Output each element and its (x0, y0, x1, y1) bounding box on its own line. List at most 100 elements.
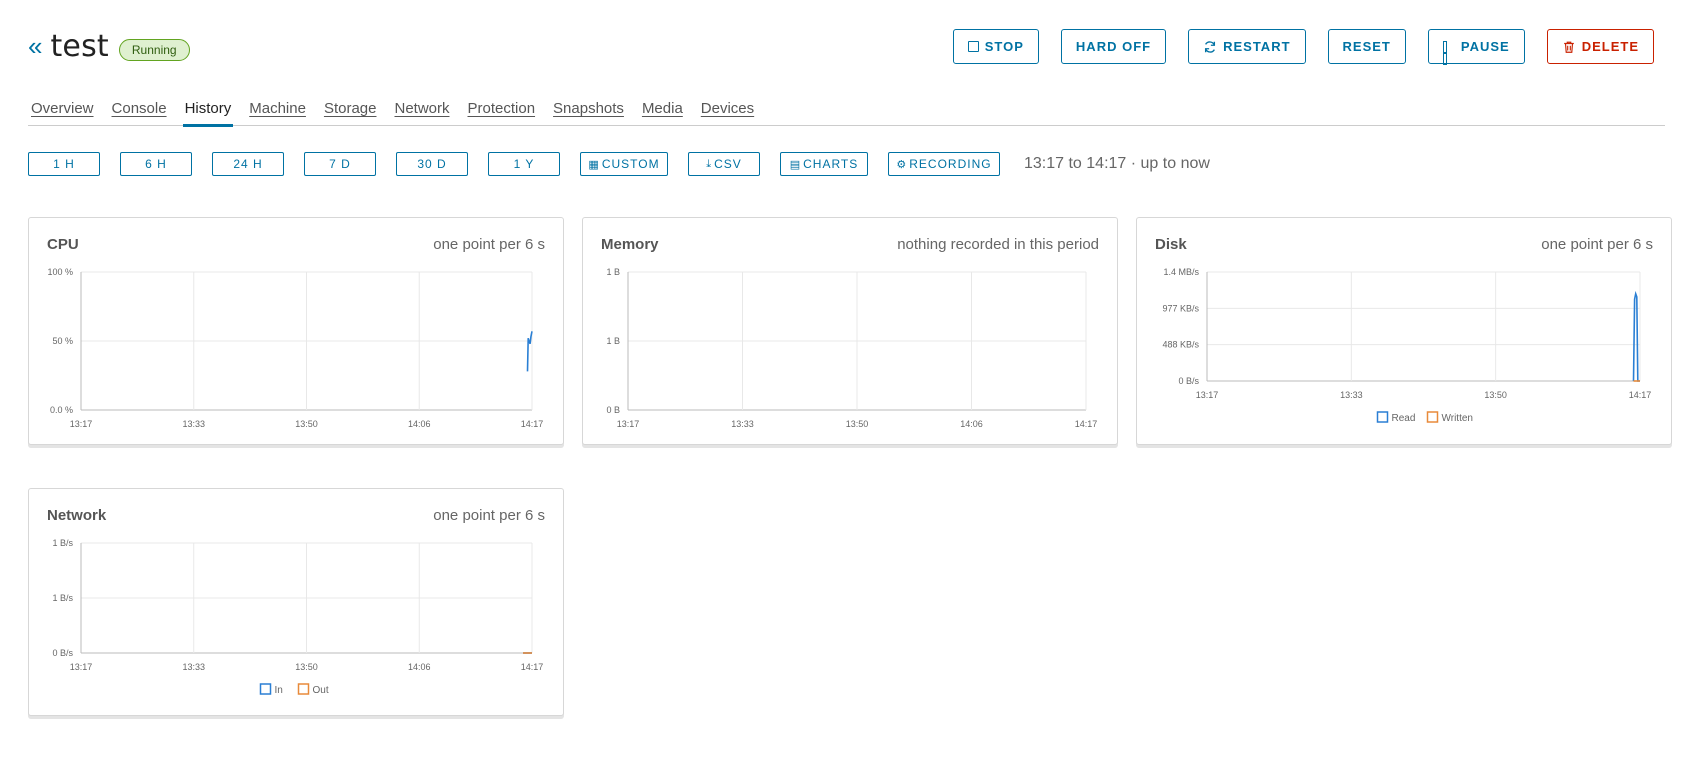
range-1y-button[interactable]: 1 Y (488, 152, 560, 176)
recording-label: RECORDING (909, 157, 992, 171)
cpu-chart: 0.0 % 50 % 100 % 13:17 13:33 13:50 14:06 14:17 (47, 267, 544, 429)
range-toolbar: 1 H 6 H 24 H 7 D 30 D 1 Y ▦ CUSTOM ⤓ CSV… (28, 152, 1210, 176)
range-1h-button[interactable]: 1 H (28, 152, 100, 176)
tab-devices[interactable]: Devices (701, 96, 754, 126)
hard-off-button[interactable]: HARD OFF (1060, 29, 1167, 64)
y-tick-label: 977 KB/s (1162, 303, 1199, 313)
x-tick-label: 13:33 (182, 419, 205, 429)
range-7d-button[interactable]: 7 D (304, 152, 376, 176)
y-tick-label: 1 B (606, 267, 620, 277)
y-tick-label: 488 KB/s (1162, 340, 1199, 350)
y-tick-label: 50 % (52, 336, 73, 346)
custom-range-label: CUSTOM (601, 157, 660, 171)
legend-swatch (259, 683, 272, 695)
trash-icon (1563, 41, 1574, 53)
y-tick-label: 1 B/s (52, 593, 73, 603)
pause-button[interactable]: PAUSE (1427, 29, 1525, 65)
tab-network[interactable]: Network (394, 96, 449, 126)
y-tick-label: 0 B (606, 405, 620, 415)
network-chart-card: Network one point per 6 s 0 B/s 1 B/s 1 B/… (28, 488, 564, 716)
x-tick-label: 13:50 (295, 419, 318, 429)
pause-button-label: PAUSE (1460, 39, 1510, 54)
tab-snapshots[interactable]: Snapshots (553, 96, 624, 126)
status-badge: Running (118, 39, 190, 61)
stop-button[interactable]: STOP (952, 29, 1039, 64)
tab-bar: Overview Console History Machine Storage… (28, 96, 1665, 127)
y-tick-label: 0 B/s (52, 648, 73, 658)
series-line (526, 331, 533, 372)
legend-label: Out (313, 685, 329, 696)
range-30d-button[interactable]: 30 D (396, 152, 468, 176)
reset-button[interactable]: RESET (1327, 29, 1406, 64)
tab-storage[interactable]: Storage (324, 96, 377, 126)
delete-button-label: DELETE (1581, 39, 1639, 54)
x-tick-label: 13:50 (1484, 390, 1507, 400)
hard-off-button-label: HARD OFF (1075, 39, 1152, 54)
x-tick-label: 13:17 (70, 419, 93, 429)
x-tick-label: 13:50 (295, 662, 318, 672)
x-tick-label: 13:17 (617, 419, 640, 429)
cpu-chart-card: CPU one point per 6 s 0.0 % 50 % 100 % 13:1… (28, 217, 564, 445)
disk-chart: 0 B/s 488 KB/s 977 KB/s 1.4 MB/s 13:17 13:33 1… (1162, 267, 1652, 424)
csv-export-label: CSV (714, 157, 742, 171)
tab-history[interactable]: History (182, 96, 233, 127)
back-icon[interactable]: « (28, 33, 42, 59)
y-tick-label: 0 B/s (1178, 376, 1199, 386)
x-tick-label: 13:17 (1196, 390, 1219, 400)
y-tick-label: 0.0 % (50, 405, 73, 415)
x-tick-label: 14:17 (521, 662, 544, 672)
charts-button[interactable]: ▤ CHARTS (780, 152, 868, 176)
series-line (1632, 290, 1640, 382)
tab-machine[interactable]: Machine (249, 96, 306, 126)
restart-icon (1205, 40, 1216, 53)
action-toolbar: STOP HARD OFF RESTART RESET PAUSE DELETE (931, 29, 1654, 65)
legend-label: Written (1442, 413, 1474, 424)
range-6h-button[interactable]: 6 H (120, 152, 192, 176)
disk-chart-card: Disk one point per 6 s 0 B/s 488 KB/s 977 … (1136, 217, 1672, 445)
tab-overview[interactable]: Overview (31, 96, 94, 126)
tab-console[interactable]: Console (112, 96, 167, 126)
tab-protection[interactable]: Protection (468, 96, 536, 126)
x-tick-label: 14:06 (960, 419, 983, 429)
period-label: 13:17 to 14:17 · up to now (1024, 155, 1210, 172)
chart-icon: ▤ (789, 158, 802, 171)
y-tick-label: 1 B/s (52, 538, 73, 548)
x-tick-label: 14:06 (408, 662, 431, 672)
y-tick-label: 1.4 MB/s (1163, 267, 1199, 277)
legend-swatch (1426, 411, 1439, 423)
delete-button[interactable]: DELETE (1546, 29, 1654, 64)
legend-swatch (1376, 411, 1389, 423)
pause-icon (1442, 40, 1455, 65)
x-tick-label: 13:33 (182, 662, 205, 672)
range-24h-button[interactable]: 24 H (212, 152, 284, 176)
legend-label: In (275, 685, 283, 696)
x-tick-label: 13:50 (846, 419, 869, 429)
restart-button-label: RESTART (1223, 39, 1291, 54)
restart-button[interactable]: RESTART (1188, 29, 1306, 64)
x-tick-label: 14:17 (521, 419, 544, 429)
stop-button-label: STOP (984, 39, 1024, 54)
page-header: « test Running (28, 26, 190, 66)
memory-chart-card: Memory nothing recorded in this period 0… (582, 217, 1118, 445)
recording-button[interactable]: ⚙ RECORDING (888, 152, 1000, 176)
network-chart: 0 B/s 1 B/s 1 B/s 13:17 13:33 13:50 14:06 14:17… (52, 538, 544, 696)
memory-chart: 0 B 1 B 1 B 13:17 13:33 13:50 14:06 14:17 (606, 267, 1098, 429)
download-icon: ⤓ (706, 157, 713, 170)
x-tick-label: 14:17 (1075, 419, 1098, 429)
x-tick-label: 13:33 (731, 419, 754, 429)
csv-export-button[interactable]: ⤓ CSV (688, 152, 760, 176)
reset-button-label: RESET (1342, 39, 1391, 54)
x-tick-label: 14:17 (1629, 390, 1652, 400)
custom-range-button[interactable]: ▦ CUSTOM (580, 152, 668, 176)
x-tick-label: 14:06 (408, 419, 431, 429)
y-tick-label: 1 B (606, 336, 620, 346)
x-tick-label: 13:17 (70, 662, 93, 672)
calendar-icon: ▦ (588, 158, 600, 171)
charts-label: CHARTS (803, 157, 859, 171)
tab-media[interactable]: Media (642, 96, 683, 126)
gear-icon: ⚙ (896, 158, 908, 171)
legend-label: Read (1392, 413, 1416, 424)
legend-swatch (297, 683, 310, 695)
stop-icon (967, 41, 979, 52)
y-tick-label: 100 % (47, 267, 73, 277)
